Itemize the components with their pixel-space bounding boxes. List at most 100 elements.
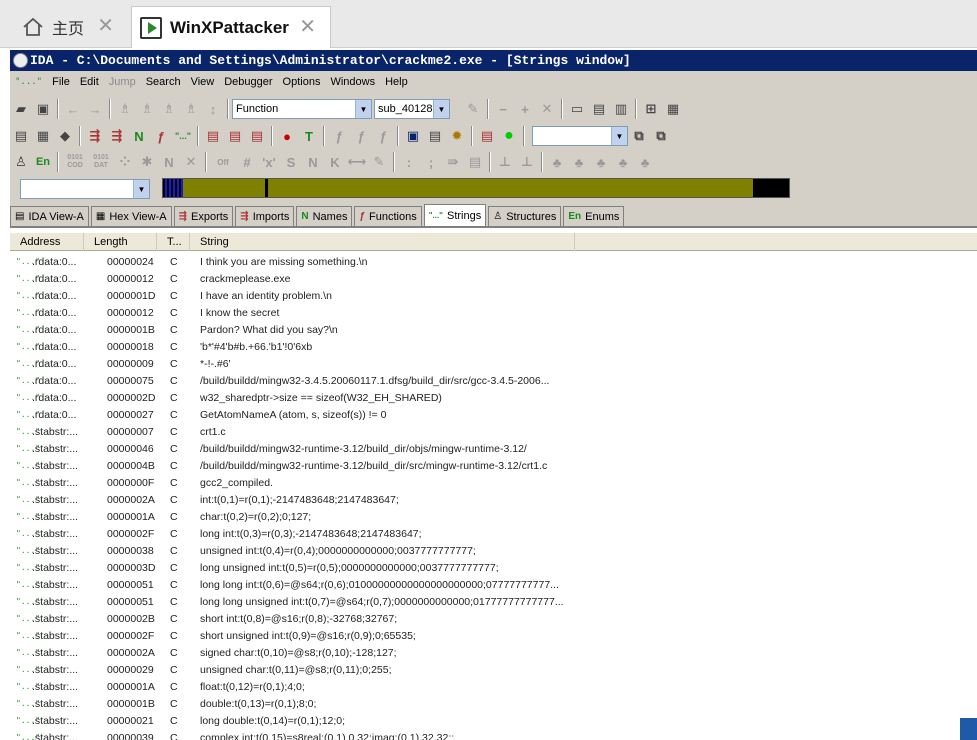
debugger-combo[interactable]: ▼ <box>532 126 628 146</box>
script-icon[interactable]: ▤ <box>424 125 446 147</box>
function-edit-icon[interactable]: ƒ <box>350 125 372 147</box>
run-icon[interactable]: ● <box>498 125 520 147</box>
gear-icon[interactable]: ✹ <box>446 125 468 147</box>
make-code-icon[interactable]: 0101 COD <box>62 151 88 173</box>
chart-2-icon[interactable]: ⊥ <box>516 151 538 173</box>
hex-icon[interactable]: ▦ <box>32 125 54 147</box>
list-icon[interactable]: ▤ <box>10 125 32 147</box>
table-row[interactable]: "..." .stabstr:... 00000021 Clong double:t(… <box>10 712 977 729</box>
comment-arrow-icon[interactable]: ⇛ <box>442 151 464 173</box>
undefine-icon[interactable]: ✕ <box>180 151 202 173</box>
minus-icon[interactable]: − <box>492 98 514 120</box>
segment-combo[interactable]: ▼ <box>20 179 150 199</box>
column-address[interactable]: Address <box>10 233 84 251</box>
binoculars-next-icon[interactable]: ♗ <box>136 98 158 120</box>
table-row[interactable]: "..." .stabstr:... 00000051 Clong long unsi… <box>10 593 977 610</box>
table-row[interactable]: "..." .rdata:0... 00000027 C GetAtomNameA (a… <box>10 406 977 423</box>
table-row[interactable]: "..." .rdata:0... 00000009 C *-!-.#6' <box>10 355 977 372</box>
menu-view[interactable]: View <box>186 76 220 88</box>
functions-icon[interactable]: ƒ <box>150 125 172 147</box>
process-icon[interactable]: ⧉ <box>628 125 650 147</box>
close-icon[interactable]: ✕ <box>97 16 114 36</box>
table-row[interactable]: "..." .stabstr:... 0000002A Cint:t(0,1)=r(0… <box>10 491 977 508</box>
table-row[interactable]: "..." .stabstr:... 00000029 Cunsigned char:… <box>10 661 977 678</box>
tree-2-icon[interactable]: ♣ <box>568 151 590 173</box>
patch-icon[interactable]: ● <box>276 125 298 147</box>
navigation-band[interactable] <box>162 178 790 198</box>
window-split-icon[interactable]: ▤ <box>588 98 610 120</box>
colon-icon[interactable]: : <box>398 151 420 173</box>
table-row[interactable]: "..." .stabstr:... 0000002F Cshort unsigned… <box>10 627 977 644</box>
table-row[interactable]: "..." .stabstr:... 0000000F Cgcc2_compiled. <box>10 474 977 491</box>
table-row[interactable]: "..." .rdata:0... 0000001D C I have an ident… <box>10 287 977 304</box>
negate-icon[interactable]: ⟷ <box>346 151 368 173</box>
chart-icon[interactable]: ⊥ <box>494 151 516 173</box>
table-row[interactable]: "..." .stabstr:... 00000007 Ccrt1.c <box>10 423 977 440</box>
make-array-icon[interactable]: ⁘ <box>114 151 136 173</box>
tab-exports[interactable]: ⇶ Exports <box>173 206 234 226</box>
browser-tab-home[interactable]: 主页 ✕ <box>0 6 128 48</box>
menu-edit[interactable]: Edit <box>75 76 104 88</box>
menu-windows[interactable]: Windows <box>325 76 380 88</box>
table-row[interactable]: "..." .rdata:0... 00000012 C I know the secr… <box>10 304 977 321</box>
function-combo[interactable]: Function ▼ <box>232 99 372 119</box>
chevron-down-icon[interactable]: ▼ <box>355 100 371 118</box>
table-row[interactable]: "..." .rdata:0... 0000001B C Pardon? What di… <box>10 321 977 338</box>
tab-names[interactable]: N Names <box>296 206 353 226</box>
type-icon[interactable]: T <box>298 125 320 147</box>
tab-functions[interactable]: ƒ Functions <box>354 206 422 226</box>
cross-icon[interactable]: ✕ <box>536 98 558 120</box>
tab-enums[interactable]: En Enums <box>563 206 625 226</box>
imports-icon[interactable]: ⇶ <box>106 125 128 147</box>
open-folder-icon[interactable]: ▰ <box>10 98 32 120</box>
binoculars-text-icon[interactable]: ♗ <box>158 98 180 120</box>
table-row[interactable]: "..." .stabstr:... 0000001B Cdouble:t(0,13)… <box>10 695 977 712</box>
tab-strings[interactable]: "..." Strings <box>423 204 487 226</box>
asterisk-icon[interactable]: ✱ <box>136 151 158 173</box>
table-row[interactable]: "..." .stabstr:... 00000051 Clong long int:… <box>10 576 977 593</box>
jump-icon[interactable]: ↕ <box>202 98 224 120</box>
anterior-icon[interactable]: ▤ <box>464 151 486 173</box>
binoculars-icon[interactable]: ♗ <box>114 98 136 120</box>
forward-arrow-icon[interactable]: → <box>84 98 106 120</box>
tree-3-icon[interactable]: ♣ <box>590 151 612 173</box>
table-row[interactable]: "..." .stabstr:... 0000004B C/build/buildd/… <box>10 457 977 474</box>
tree-4-icon[interactable]: ♣ <box>612 151 634 173</box>
exports-icon[interactable]: ⇶ <box>84 125 106 147</box>
binoculars-binary-icon[interactable]: ♗ <box>180 98 202 120</box>
process-close-icon[interactable]: ⧉ <box>650 125 672 147</box>
window-columns-icon[interactable]: ▥ <box>610 98 632 120</box>
enum-icon[interactable]: En <box>32 151 54 173</box>
strings-icon[interactable]: "..." <box>172 125 194 147</box>
table-row[interactable]: "..." .rdata:0... 00000018 C 'b*'#4'b#b.+66.… <box>10 338 977 355</box>
menu-debugger[interactable]: Debugger <box>219 76 277 88</box>
column-string[interactable]: String <box>190 233 575 251</box>
browser-tab-winxpattacker[interactable]: WinXPattacker ✕ <box>131 6 331 48</box>
char-icon[interactable]: 'x' <box>258 151 280 173</box>
tree-icon[interactable]: ♣ <box>546 151 568 173</box>
selectors-icon[interactable]: ▤ <box>224 125 246 147</box>
table-row[interactable]: "..." .stabstr:... 00000046 C/build/buildd/… <box>10 440 977 457</box>
table-row[interactable]: "..." .stabstr:... 0000001A Cfloat:t(0,12)=… <box>10 678 977 695</box>
hex-n-icon[interactable]: N <box>302 151 324 173</box>
pen-icon[interactable]: ✎ <box>462 98 484 120</box>
chevron-down-icon[interactable]: ▼ <box>611 127 627 145</box>
table-row[interactable]: "..." .rdata:0... 00000012 Ccrackmeplease.e… <box>10 270 977 287</box>
table-row[interactable]: "..." .stabstr:... 0000001A Cchar:t(0,2)=r(… <box>10 508 977 525</box>
plus-icon[interactable]: + <box>514 98 536 120</box>
xrefs-icon[interactable]: ▤ <box>246 125 268 147</box>
table-row[interactable]: "..." .rdata:0... 00000024 C I think you are… <box>10 253 977 270</box>
edit-pen-icon[interactable]: ✎ <box>368 151 390 173</box>
table-row[interactable]: "..." .stabstr:... 0000003D Clong unsigned … <box>10 559 977 576</box>
window-icon[interactable]: ▭ <box>566 98 588 120</box>
table-row[interactable]: "..." .stabstr:... 00000038 Cunsigned int:t… <box>10 542 977 559</box>
segments-icon[interactable]: ▤ <box>202 125 224 147</box>
sub-combo[interactable]: sub_40128 ▼ <box>374 99 450 119</box>
tab-structures[interactable]: ♙ Structures <box>488 206 562 226</box>
graph-icon[interactable]: ⊞ <box>640 98 662 120</box>
menu-search[interactable]: Search <box>141 76 186 88</box>
semicolon-icon[interactable]: ; <box>420 151 442 173</box>
struct-icon[interactable]: ♙ <box>10 151 32 173</box>
close-icon[interactable]: ✕ <box>299 17 316 37</box>
function-italic-icon[interactable]: ƒ <box>328 125 350 147</box>
